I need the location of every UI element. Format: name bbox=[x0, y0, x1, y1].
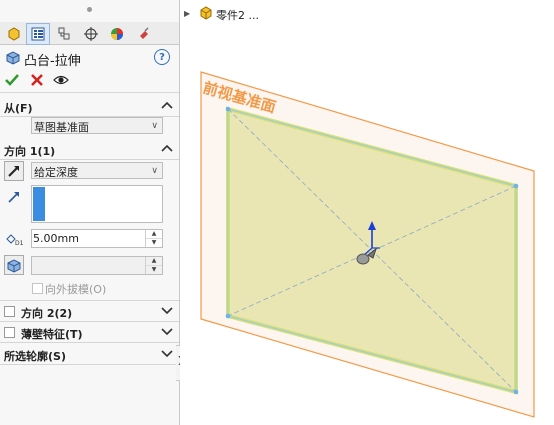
property-manager-icon bbox=[31, 27, 45, 41]
from-section-label: 从(F) bbox=[4, 102, 33, 115]
from-select-value: 草图基准面 bbox=[34, 121, 89, 134]
tab-feature-manager[interactable] bbox=[2, 23, 26, 45]
check-icon[interactable] bbox=[5, 73, 19, 87]
depth-value: 5.00mm bbox=[33, 232, 79, 245]
chevron-down-icon[interactable] bbox=[160, 304, 174, 316]
spin-up-button[interactable]: ▲ bbox=[146, 230, 162, 239]
tab-property-manager[interactable] bbox=[26, 23, 50, 45]
thin-feature-section-header[interactable]: 薄壁特征(T) bbox=[0, 322, 179, 343]
draft-toggle-button[interactable] bbox=[4, 255, 24, 275]
help-icon[interactable]: ? bbox=[154, 49, 170, 65]
svg-text:D1: D1 bbox=[15, 240, 23, 246]
boss-extrude-icon bbox=[6, 51, 20, 65]
draft-angle-input[interactable]: ▲ ▼ bbox=[31, 256, 163, 275]
property-manager-panel: 凸台-拉伸 ? 从(F) 草图基准面 ∨ 方向 1(1) 给定深度 ∨ D1 5… bbox=[0, 0, 180, 425]
manager-tabs bbox=[0, 22, 179, 45]
chevron-down-icon[interactable] bbox=[160, 325, 174, 337]
draft-outward-label: 向外拔模(O) bbox=[45, 283, 107, 296]
vertex-point bbox=[225, 106, 231, 112]
feature-manager-icon bbox=[8, 27, 20, 41]
model-preview: 前视基准面 bbox=[200, 71, 535, 418]
vertex-point bbox=[513, 183, 519, 189]
chevron-down-icon[interactable] bbox=[160, 347, 174, 359]
dimxpert-icon bbox=[84, 27, 98, 41]
spin-down-button[interactable]: ▼ bbox=[146, 239, 162, 247]
tab-cam[interactable] bbox=[132, 23, 156, 45]
depth-icon: D1 bbox=[6, 234, 23, 246]
thin-feature-checkbox[interactable] bbox=[4, 327, 15, 338]
reverse-direction-button[interactable] bbox=[4, 161, 24, 181]
depth-input[interactable]: 5.00mm ▲ ▼ bbox=[31, 229, 163, 248]
cross-icon[interactable] bbox=[30, 73, 44, 87]
spin-down-button[interactable]: ▼ bbox=[146, 266, 162, 274]
chevron-down-icon: ∨ bbox=[151, 166, 158, 176]
chevron-up-icon[interactable] bbox=[160, 99, 174, 111]
tab-display-manager[interactable] bbox=[105, 23, 129, 45]
configuration-manager-icon bbox=[58, 27, 70, 40]
direction2-label: 方向 2(2) bbox=[21, 307, 73, 320]
draft-spinner: ▲ ▼ bbox=[145, 257, 162, 274]
help-label: ? bbox=[159, 51, 165, 63]
tab-configuration-manager[interactable] bbox=[52, 23, 76, 45]
selection-highlight bbox=[33, 187, 45, 221]
from-section-header[interactable]: 从(F) bbox=[0, 96, 179, 117]
vertex-point bbox=[225, 313, 231, 319]
from-select[interactable]: 草图基准面 ∨ bbox=[31, 117, 163, 134]
chevron-up-icon[interactable] bbox=[160, 142, 174, 154]
direction1-label: 方向 1(1) bbox=[4, 145, 56, 158]
reverse-direction-icon bbox=[8, 166, 19, 177]
direction-vector-icon bbox=[8, 192, 19, 203]
thin-feature-label: 薄壁特征(T) bbox=[21, 328, 83, 341]
draft-outward-checkbox[interactable] bbox=[32, 283, 43, 294]
draft-icon bbox=[7, 259, 21, 273]
direction2-section-header[interactable]: 方向 2(2) bbox=[0, 300, 179, 322]
direction2-checkbox[interactable] bbox=[4, 306, 15, 317]
tab-dimxpert[interactable] bbox=[79, 23, 103, 45]
end-condition-value: 给定深度 bbox=[34, 166, 78, 179]
action-row bbox=[0, 70, 179, 93]
selected-contours-label: 所选轮廓(S) bbox=[4, 350, 66, 363]
feature-title-row: 凸台-拉伸 ? bbox=[0, 46, 179, 69]
selected-contours-section-header[interactable]: 所选轮廓(S) bbox=[0, 344, 179, 365]
panel-drag-handle[interactable] bbox=[0, 0, 179, 22]
feature-title: 凸台-拉伸 bbox=[24, 54, 81, 69]
display-manager-icon bbox=[111, 28, 123, 40]
direction1-section-header[interactable]: 方向 1(1) bbox=[0, 139, 179, 160]
end-condition-select[interactable]: 给定深度 ∨ bbox=[31, 162, 163, 179]
depth-spinner: ▲ ▼ bbox=[145, 230, 162, 247]
vertex-point bbox=[513, 389, 519, 395]
grip-dot-icon bbox=[87, 7, 92, 12]
spin-up-button[interactable]: ▲ bbox=[146, 257, 162, 266]
direction-selection-box[interactable] bbox=[31, 185, 163, 223]
cam-icon bbox=[140, 27, 149, 39]
chevron-down-icon: ∨ bbox=[151, 121, 158, 131]
eye-icon[interactable] bbox=[53, 73, 69, 87]
